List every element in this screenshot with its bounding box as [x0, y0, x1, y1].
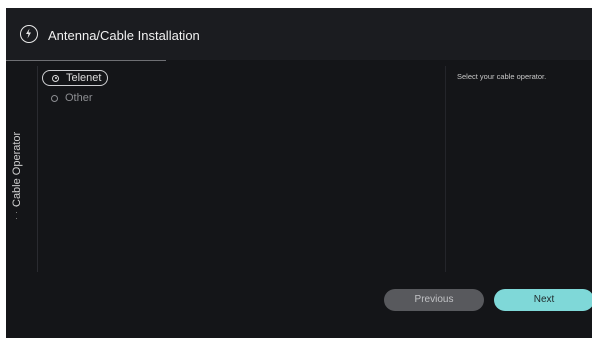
header-bar: Antenna/Cable Installation	[6, 8, 592, 60]
option-label: Other	[65, 92, 93, 104]
more-dots-icon: · · ·	[15, 201, 18, 223]
radio-selected-icon	[52, 74, 59, 82]
help-text: Select your cable operator.	[457, 72, 547, 81]
previous-button[interactable]: Previous	[384, 289, 484, 311]
help-divider	[445, 66, 446, 272]
side-label-cable-operator: Cable Operator	[11, 131, 23, 207]
option-label: Telenet	[66, 72, 102, 84]
rail-divider	[37, 66, 38, 272]
next-button[interactable]: Next	[494, 289, 592, 311]
operator-options-list: Telenet Other	[42, 70, 108, 110]
page-title: Antenna/Cable Installation	[48, 28, 200, 43]
side-rail[interactable]: Cable Operator · · ·	[6, 61, 36, 271]
radio-unselected-icon	[51, 94, 58, 102]
screen: Antenna/Cable Installation Cable Operato…	[0, 0, 602, 342]
antenna-plug-icon	[20, 25, 38, 43]
option-other[interactable]: Other	[42, 90, 108, 106]
option-telenet[interactable]: Telenet	[42, 70, 108, 86]
tv-menu-window: Antenna/Cable Installation Cable Operato…	[6, 8, 592, 338]
